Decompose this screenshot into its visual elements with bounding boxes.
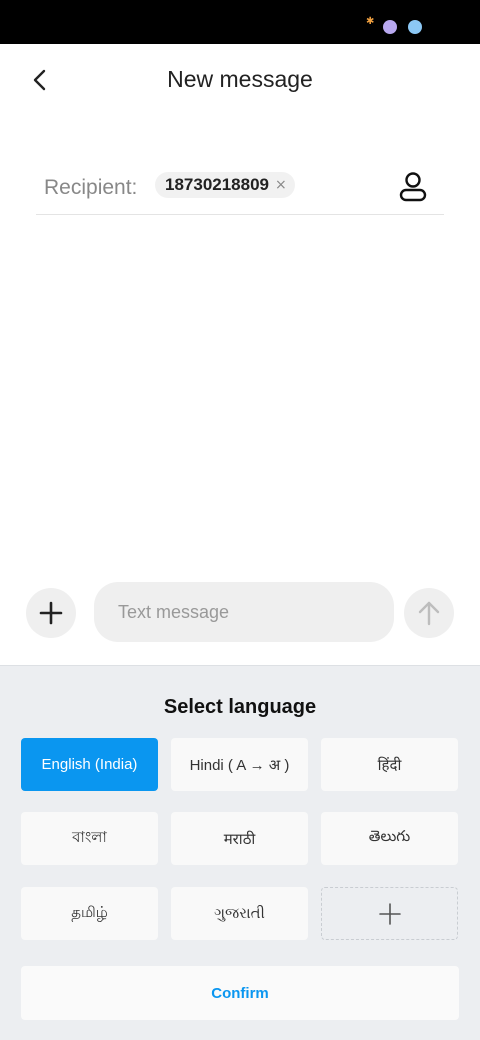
header: New message <box>0 44 480 118</box>
status-bar: ✱ <box>0 0 480 44</box>
remove-recipient-button[interactable]: × <box>275 178 287 192</box>
recipient-label: Recipient: <box>44 176 138 199</box>
star-icon: ✱ <box>366 16 375 27</box>
plus-icon <box>378 902 401 925</box>
confirm-button[interactable]: Confirm <box>21 966 459 1020</box>
planet-icon <box>383 20 397 34</box>
language-option-gujarati[interactable]: ગુજરાતી <box>171 887 308 940</box>
page-title: New message <box>167 66 313 92</box>
language-panel: Select language English (India) Hindi ( … <box>0 665 480 1040</box>
language-option-marathi[interactable]: मराठी <box>171 812 308 865</box>
language-panel-title: Select language <box>163 696 317 718</box>
language-option-english-india[interactable]: English (India) <box>21 738 158 791</box>
plus-icon <box>39 601 63 625</box>
recipient-field[interactable]: Recipient: 18730218809 × <box>36 160 444 215</box>
person-icon <box>399 172 427 202</box>
language-option-bengali[interactable]: বাংলা <box>21 812 158 865</box>
language-option-tamil[interactable]: தமிழ் <box>21 887 158 940</box>
language-option-hindi-transliteration[interactable]: Hindi ( A → अ ) <box>171 738 308 791</box>
circle-icon <box>408 20 422 34</box>
send-button[interactable] <box>404 588 454 638</box>
recipient-chip-text: 18730218809 <box>165 175 270 194</box>
add-language-button[interactable] <box>321 887 458 940</box>
arrow-up-icon <box>418 601 440 626</box>
recipient-chip[interactable]: 18730218809 × <box>155 172 295 198</box>
message-input[interactable] <box>94 582 394 642</box>
language-option-telugu[interactable]: తెలుగు <box>321 812 458 865</box>
attach-button[interactable] <box>26 588 76 638</box>
language-option-hindi[interactable]: हिंदी <box>321 738 458 791</box>
contacts-button[interactable] <box>396 170 430 204</box>
